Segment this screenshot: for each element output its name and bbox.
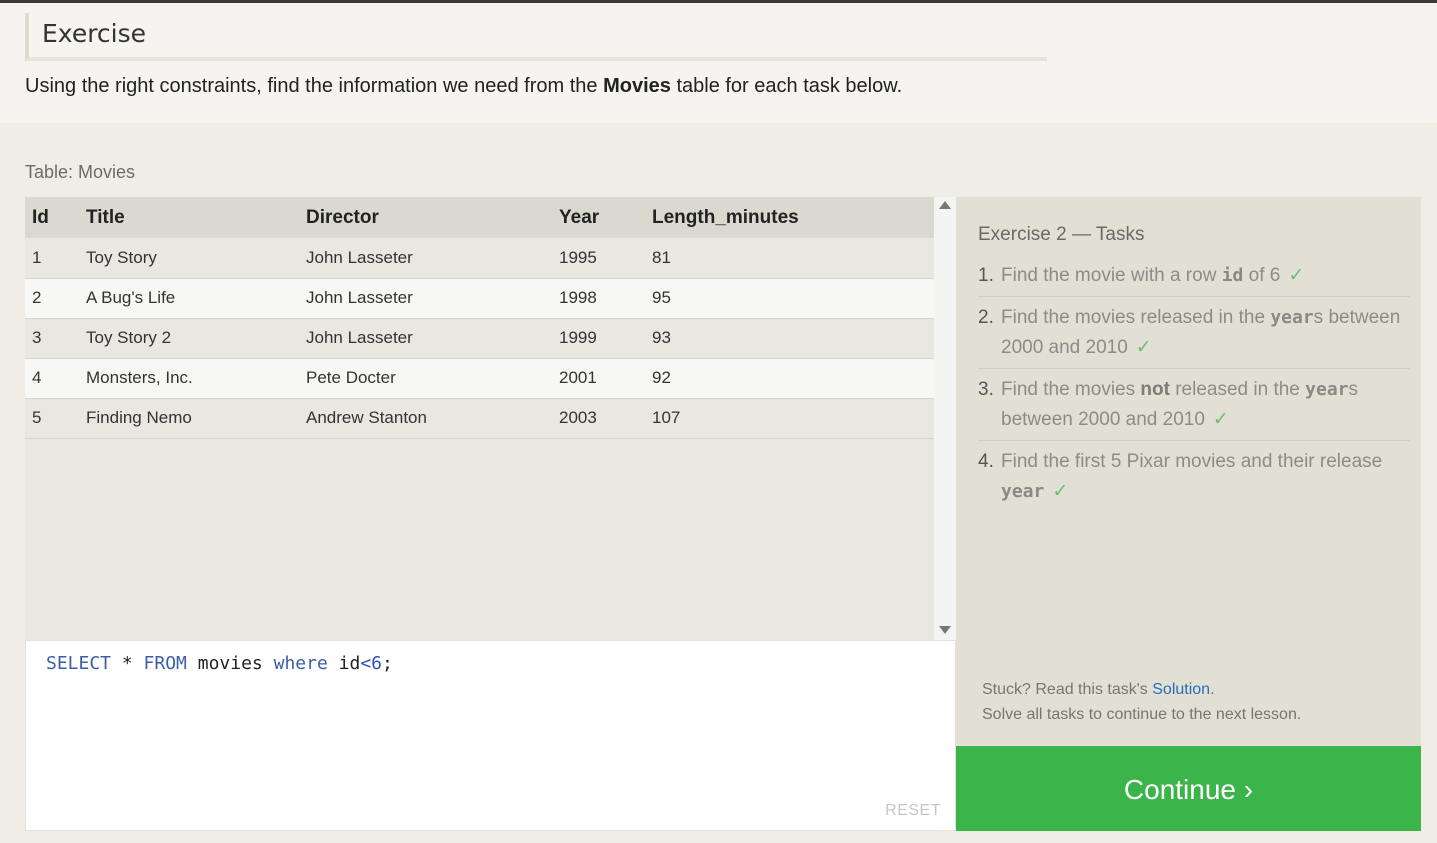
cell-year: 1995 <box>559 238 652 279</box>
sql-token: movies <box>186 653 274 674</box>
sql-number: 6 <box>371 653 382 674</box>
sql-keyword: where <box>273 653 328 674</box>
task-code: id <box>1221 265 1244 286</box>
exercise-header: Exercise <box>25 13 1047 61</box>
cell-id: 3 <box>25 318 79 359</box>
check-icon: ✓ <box>1288 265 1305 286</box>
scroll-down-arrow-icon[interactable] <box>939 626 951 634</box>
reset-button[interactable]: RESET <box>885 802 941 820</box>
instruction-end: table for each task below. <box>670 75 903 97</box>
table-row: 2 A Bug's Life John Lasseter 1998 95 <box>25 278 934 319</box>
instruction-table-name: Movies <box>603 75 671 97</box>
check-icon: ✓ <box>1135 337 1152 358</box>
cell-director: Andrew Stanton <box>306 398 559 439</box>
task-code: year <box>1270 307 1314 328</box>
cell-director: John Lasseter <box>306 318 559 359</box>
cell-director: Pete Docter <box>306 358 559 399</box>
help-line-2: Solve all tasks to continue to the next … <box>982 706 1302 723</box>
sql-editor[interactable]: SELECT * FROM movies where id<6; RESET <box>25 640 956 831</box>
intro-section: Exercise Using the right constraints, fi… <box>0 3 1437 123</box>
table-row: 4 Monsters, Inc. Pete Docter 2001 92 <box>25 358 934 399</box>
task-text-end: of 6 <box>1243 265 1281 286</box>
scroll-up-arrow-icon[interactable] <box>939 201 951 209</box>
task-text: released in the <box>1169 379 1306 400</box>
results-table-container: Id Title Director Year Length_minutes 1 … <box>25 197 934 640</box>
solution-link[interactable]: Solution <box>1152 681 1210 698</box>
cell-id: 5 <box>25 398 79 439</box>
instruction-text: Using the right constraints, find the in… <box>25 75 902 98</box>
sql-token: ; <box>382 653 393 674</box>
task-text: Find the first 5 Pixar movies and their … <box>1001 451 1383 472</box>
task-number: 2. <box>978 307 994 328</box>
help-prefix: Stuck? Read this task's <box>982 681 1153 698</box>
cell-title: Monsters, Inc. <box>79 358 306 399</box>
task-text: Find the movies <box>1001 379 1141 400</box>
sql-query-text[interactable]: SELECT * FROM movies where id<6; <box>46 653 393 674</box>
tasks-panel: Exercise 2 — Tasks 1. Find the movie with… <box>956 197 1421 746</box>
task-text: Find the movies released in the <box>1001 307 1271 328</box>
cell-length: 93 <box>652 318 934 359</box>
task-item: 2. Find the movies released in the years … <box>978 303 1410 369</box>
task-item: 3. Find the movies not released in the ye… <box>978 375 1410 441</box>
sql-token: id <box>327 653 361 674</box>
sql-keyword: FROM <box>143 653 187 674</box>
cell-year: 1998 <box>559 278 652 319</box>
column-header-year: Year <box>559 197 652 238</box>
cell-length: 81 <box>652 238 934 279</box>
cell-length: 95 <box>652 278 934 319</box>
task-item: 1. Find the movie with a row id of 6 ✓ <box>978 261 1410 297</box>
table-row: 3 Toy Story 2 John Lasseter 1999 93 <box>25 318 934 359</box>
check-icon: ✓ <box>1212 409 1229 430</box>
column-header-title: Title <box>79 197 306 238</box>
task-number: 4. <box>978 451 994 472</box>
column-header-id: Id <box>25 197 79 238</box>
cell-id: 4 <box>25 358 79 399</box>
cell-title: A Bug's Life <box>79 278 306 319</box>
sql-token: * <box>111 653 144 674</box>
task-code: year <box>1305 379 1349 400</box>
cell-title: Finding Nemo <box>79 398 306 439</box>
table-row: 5 Finding Nemo Andrew Stanton 2003 107 <box>25 398 934 439</box>
cell-length: 107 <box>652 398 934 439</box>
task-code: year <box>1001 481 1045 502</box>
table-scrollbar[interactable] <box>934 197 956 640</box>
cell-id: 1 <box>25 238 79 279</box>
sql-keyword: SELECT <box>46 653 112 674</box>
cell-title: Toy Story 2 <box>79 318 306 359</box>
task-list: 1. Find the movie with a row id of 6 ✓ 2. F… <box>978 261 1410 518</box>
cell-year: 2001 <box>559 358 652 399</box>
table-header-row: Id Title Director Year Length_minutes <box>25 197 934 238</box>
table-row: 1 Toy Story John Lasseter 1995 81 <box>25 238 934 279</box>
page-title: Exercise <box>42 19 147 48</box>
task-number: 3. <box>978 379 994 400</box>
cell-title: Toy Story <box>79 238 306 279</box>
continue-button[interactable]: Continue › <box>956 746 1421 831</box>
instruction-start: Using the right constraints, find the in… <box>25 75 604 97</box>
cell-director: John Lasseter <box>306 238 559 279</box>
sql-operator: < <box>360 653 372 674</box>
results-table: Id Title Director Year Length_minutes 1 … <box>25 197 934 439</box>
task-text: Find the movie with a row <box>1001 265 1222 286</box>
cell-length: 92 <box>652 358 934 399</box>
task-number: 1. <box>978 265 994 286</box>
check-icon: ✓ <box>1052 481 1069 502</box>
table-caption: Table: Movies <box>25 162 136 182</box>
cell-director: John Lasseter <box>306 278 559 319</box>
cell-year: 2003 <box>559 398 652 439</box>
column-header-director: Director <box>306 197 559 238</box>
help-text: Stuck? Read this task's Solution. Solve … <box>982 677 1301 727</box>
column-header-length: Length_minutes <box>652 197 934 238</box>
cell-year: 1999 <box>559 318 652 359</box>
task-item: 4. Find the first 5 Pixar movies and thei… <box>978 447 1410 512</box>
help-suffix: . <box>1210 681 1215 698</box>
tasks-title: Exercise 2 — Tasks <box>978 224 1145 245</box>
help-line-1: Stuck? Read this task's Solution. <box>982 677 1301 702</box>
cell-id: 2 <box>25 278 79 319</box>
task-emphasis: not <box>1140 379 1170 400</box>
